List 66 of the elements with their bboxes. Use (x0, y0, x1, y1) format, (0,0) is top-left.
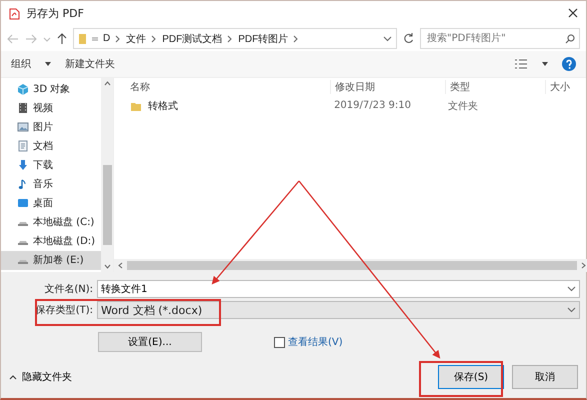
search-icon (565, 34, 575, 44)
cube-icon (17, 83, 29, 95)
view-list-icon[interactable] (514, 58, 528, 70)
table-cell-text: 文件夹 (447, 100, 480, 112)
sidebar-item[interactable]: 本地磁盘 (D:) (1, 232, 102, 250)
folder-icon (78, 32, 87, 45)
filename-field[interactable]: 转换文件1 (101, 284, 567, 295)
chevron-icon (115, 34, 122, 43)
pdf-icon (9, 8, 20, 20)
cancel-button[interactable]: 取消 (512, 365, 578, 390)
column-header[interactable]: 名称 (126, 80, 332, 94)
breadcrumb-item[interactable]: PDF测试文档 (162, 32, 222, 46)
sidebar-item[interactable]: 桌面 (1, 194, 102, 212)
column-header[interactable]: 修改日期 (331, 80, 446, 94)
video-icon (17, 102, 29, 114)
overflow-icon (92, 36, 98, 42)
scrollbar[interactable] (101, 78, 114, 272)
filename-combo-box[interactable]: 转换文件1 (97, 280, 580, 298)
sidebar-item[interactable]: 本地磁盘 (C:) (1, 212, 102, 232)
caret-icon (45, 62, 51, 66)
dropdown-caret-icon[interactable] (383, 34, 392, 43)
breadcrumb-item[interactable]: 文件 (126, 32, 146, 46)
dropdown-caret-icon (567, 307, 576, 314)
scrollbar[interactable] (114, 259, 587, 272)
desktop-icon (17, 197, 29, 209)
file-type-dropdown[interactable]: Word 文档 (*.docx) (97, 301, 580, 320)
sidebar-item[interactable]: 新加卷 (E:) (1, 250, 102, 270)
save-button[interactable]: 保存(S) (438, 365, 504, 390)
search-box[interactable]: 搜索"PDF转图片" (420, 28, 580, 50)
window-title: 另存为 PDF (26, 6, 85, 22)
hide-folders-button[interactable]: 隐藏文件夹 (9, 370, 72, 384)
help-icon[interactable] (562, 56, 576, 71)
sidebar-item[interactable]: 图片 (1, 118, 102, 136)
document-icon (17, 140, 29, 152)
chevron-icon (151, 34, 158, 43)
scroll-right-icon[interactable] (581, 262, 586, 270)
scroll-left-icon[interactable] (118, 262, 124, 270)
download-icon (17, 159, 29, 171)
field-label: 文件名(N): (43, 282, 94, 296)
refresh-icon[interactable] (403, 33, 414, 44)
scroll-up-icon[interactable] (104, 80, 111, 86)
up-arrow-icon[interactable] (57, 33, 67, 44)
chevron-icon (227, 34, 234, 43)
dropdown-caret-icon (567, 286, 576, 292)
breadcrumb-item[interactable]: D (103, 33, 110, 44)
breadcrumb-item[interactable]: PDF转图片 (238, 32, 288, 46)
new-folder-button[interactable]: 新建文件夹 (65, 56, 115, 71)
table-cell-text: 2019/7/23 9:10 (333, 100, 412, 111)
picture-icon (17, 121, 29, 133)
scroll-down-icon[interactable] (104, 264, 111, 270)
sidebar-item[interactable]: 视频 (1, 98, 102, 118)
sidebar-item[interactable]: 下载 (1, 156, 102, 174)
file-name[interactable]: 转格式 (148, 98, 178, 112)
view-result-checkbox[interactable]: 查看结果(V) (274, 335, 343, 350)
chevron-icon (293, 34, 300, 43)
caret-icon[interactable] (542, 62, 548, 66)
address-bar[interactable]: D 文件 PDF测试文档 PDF转图片 (73, 28, 397, 50)
settings-button[interactable]: 设置(E)... (98, 332, 202, 352)
column-header[interactable]: 类型 (446, 80, 546, 94)
column-header[interactable]: 大小 (546, 80, 587, 94)
sidebar-item[interactable]: 文档 (1, 136, 102, 156)
close-icon (568, 8, 578, 18)
sidebar-item[interactable]: 音乐 (1, 174, 102, 194)
organize-menu[interactable]: 组织 (11, 56, 31, 71)
caret-up-icon (9, 374, 17, 380)
sidebar-item[interactable]: 3D 对象 (1, 80, 102, 98)
